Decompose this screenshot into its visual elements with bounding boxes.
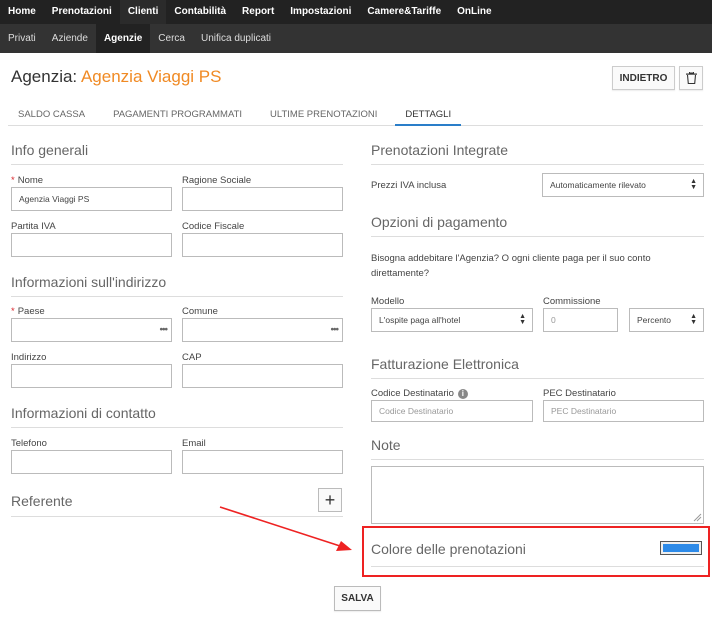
tab-pagamenti-programmati[interactable]: PAGAMENTI PROGRAMMATI — [103, 105, 252, 126]
pec-destinatario-label: PEC Destinatario — [543, 388, 616, 399]
divider — [11, 516, 343, 517]
modello-select[interactable]: L'ospite paga all'hotel ▲ ▼ — [371, 308, 533, 332]
tab-dettagli[interactable]: DETTAGLI — [395, 105, 462, 126]
codice-fiscale-field[interactable] — [182, 233, 343, 257]
commissione-unit-select[interactable]: Percento ▲ ▼ — [629, 308, 704, 332]
divider — [11, 427, 343, 428]
paese-field[interactable]: ••• — [11, 318, 172, 342]
commissione-label: Commissione — [543, 296, 601, 307]
divider — [371, 566, 704, 567]
section-note: Note — [371, 437, 401, 453]
commissione-field[interactable]: 0 — [543, 308, 618, 332]
select-arrows-icon: ▲ ▼ — [519, 313, 526, 326]
agency-name: Agenzia Viaggi PS — [80, 67, 222, 86]
cap-field[interactable] — [182, 364, 343, 388]
partita-iva-label: Partita IVA — [11, 221, 56, 232]
delete-button[interactable] — [679, 66, 703, 90]
resize-handle-icon[interactable] — [692, 512, 702, 522]
more-icon[interactable]: ••• — [330, 325, 338, 336]
back-button[interactable]: INDIETRO — [612, 66, 675, 90]
page-title-prefix: Agenzia: — [11, 67, 78, 86]
section-referente: Referente — [11, 493, 73, 509]
subnav-privati[interactable]: Privati — [0, 24, 44, 53]
more-icon[interactable]: ••• — [159, 325, 167, 336]
section-indirizzo: Informazioni sull'indirizzo — [11, 274, 167, 290]
color-picker-fill — [663, 544, 699, 552]
email-field[interactable] — [182, 450, 343, 474]
subnav-unifica-duplicati[interactable]: Unifica duplicati — [193, 24, 279, 53]
codice-destinatario-label: Codice Destinatario i — [371, 388, 468, 399]
nav-home[interactable]: Home — [0, 0, 44, 24]
page-title: Agenzia: Agenzia Viaggi PS — [11, 67, 221, 87]
color-picker[interactable] — [660, 541, 702, 555]
nav-online[interactable]: OnLine — [449, 0, 499, 24]
modello-label: Modello — [371, 296, 405, 307]
nav-camere-tariffe[interactable]: Camere&Tariffe — [359, 0, 449, 24]
divider — [371, 459, 704, 460]
nav-clienti[interactable]: Clienti — [119, 0, 167, 24]
codice-destinatario-field[interactable]: Codice Destinatario — [371, 400, 533, 422]
section-fatturazione: Fatturazione Elettronica — [371, 356, 519, 372]
add-referente-button[interactable]: + — [318, 488, 342, 512]
divider — [371, 378, 704, 379]
comune-label: Comune — [182, 306, 218, 317]
section-opzioni-pagamento: Opzioni di pagamento — [371, 214, 508, 230]
partita-iva-field[interactable] — [11, 233, 172, 257]
divider — [371, 236, 704, 237]
nav-report[interactable]: Report — [234, 0, 282, 24]
divider — [371, 164, 704, 165]
email-label: Email — [182, 438, 206, 449]
telefono-field[interactable] — [11, 450, 172, 474]
subnav-aziende[interactable]: Aziende — [44, 24, 96, 53]
subnav-cerca[interactable]: Cerca — [150, 24, 193, 53]
ragione-sociale-field[interactable] — [182, 187, 343, 211]
section-info-generali: Info generali — [11, 142, 89, 158]
codice-fiscale-label: Codice Fiscale — [182, 221, 245, 232]
paese-label: * Paese — [11, 306, 45, 317]
note-textarea[interactable] — [371, 466, 704, 524]
tab-ultime-prenotazioni[interactable]: ULTIME PRENOTAZIONI — [260, 105, 387, 126]
select-arrows-icon: ▲ ▼ — [690, 313, 697, 326]
info-icon[interactable]: i — [457, 389, 468, 399]
nav-contabilita[interactable]: Contabilità — [166, 0, 234, 24]
cap-label: CAP — [182, 352, 202, 363]
prezzi-iva-label: Prezzi IVA inclusa — [371, 180, 447, 191]
save-button[interactable]: SALVA — [334, 586, 381, 611]
divider — [11, 164, 343, 165]
subnav-agenzie[interactable]: Agenzie — [95, 24, 151, 53]
section-prenotazioni-integrate: Prenotazioni Integrate — [371, 142, 508, 158]
tab-bar: SALDO CASSA PAGAMENTI PROGRAMMATI ULTIME… — [8, 105, 703, 126]
sub-nav: Privati Aziende Agenzie Cerca Unifica du… — [0, 24, 712, 53]
telefono-label: Telefono — [11, 438, 47, 449]
prezzi-iva-select[interactable]: Automaticamente rilevato ▲ ▼ — [542, 173, 704, 197]
top-nav: Home Prenotazioni Clienti Contabilità Re… — [0, 0, 712, 24]
pagamento-question: Bisogna addebitare l'Agenzia? O ogni cli… — [371, 253, 651, 279]
tab-saldo-cassa[interactable]: SALDO CASSA — [8, 105, 95, 126]
pec-destinatario-field[interactable]: PEC Destinatario — [543, 400, 704, 422]
ragione-sociale-label: Ragione Sociale — [182, 175, 252, 186]
plus-icon: + — [324, 489, 336, 510]
divider — [11, 296, 343, 297]
nav-impostazioni[interactable]: Impostazioni — [282, 0, 359, 24]
indirizzo-field[interactable] — [11, 364, 172, 388]
indirizzo-label: Indirizzo — [11, 352, 47, 363]
trash-icon — [685, 72, 697, 84]
section-colore-prenotazioni: Colore delle prenotazioni — [371, 541, 526, 557]
nav-prenotazioni[interactable]: Prenotazioni — [44, 0, 120, 24]
section-contatto: Informazioni di contatto — [11, 405, 156, 421]
select-arrows-icon: ▲ ▼ — [690, 178, 697, 191]
nome-field[interactable]: Agenzia Viaggi PS — [11, 187, 172, 211]
comune-field[interactable]: ••• — [182, 318, 343, 342]
nome-label: * Nome — [11, 175, 44, 186]
